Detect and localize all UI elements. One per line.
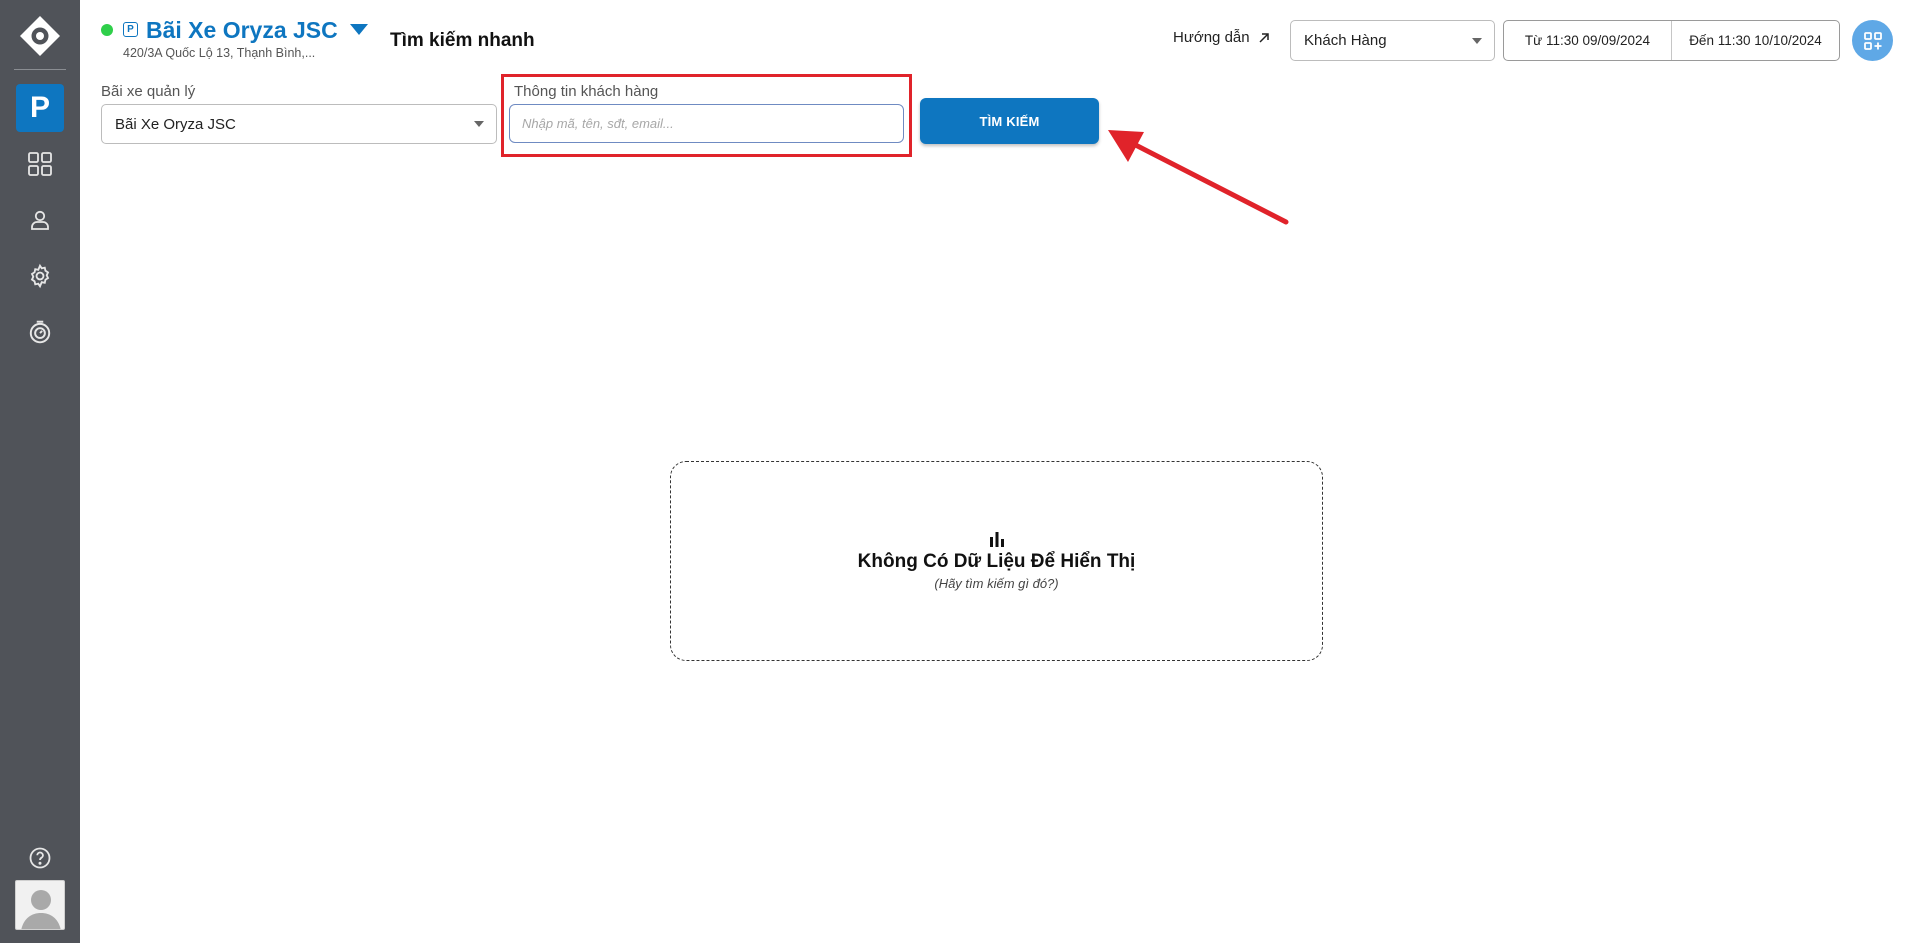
chevron-down-icon xyxy=(1472,37,1482,44)
app-logo-icon[interactable] xyxy=(18,14,62,58)
lot-dropdown-caret-icon[interactable] xyxy=(350,24,368,35)
sidebar-divider xyxy=(14,69,66,70)
lot-filter-value: Bãi Xe Oryza JSC xyxy=(115,115,236,133)
external-arrow-icon xyxy=(1259,32,1269,43)
guide-label: Hướng dẫn xyxy=(1173,29,1250,46)
empty-state: Không Có Dữ Liệu Để Hiển Thị (Hãy tìm ki… xyxy=(670,461,1323,661)
sidebar-item-parking[interactable]: P xyxy=(16,84,64,132)
date-range-picker: Từ 11:30 09/09/2024 Đến 11:30 10/10/2024 xyxy=(1503,20,1840,61)
category-select[interactable]: Khách Hàng xyxy=(1290,20,1495,61)
parking-badge-icon: P xyxy=(123,22,138,37)
lot-filter-select[interactable]: Bãi Xe Oryza JSC xyxy=(101,104,497,144)
customer-search-input[interactable] xyxy=(509,104,904,143)
add-widget-button[interactable] xyxy=(1852,20,1893,61)
search-button[interactable]: TÌM KIẾM xyxy=(920,98,1099,144)
grid-add-icon xyxy=(1863,31,1882,50)
user-icon xyxy=(31,210,49,230)
customer-info-label: Thông tin khách hàng xyxy=(514,83,659,100)
gear-icon xyxy=(30,263,50,289)
date-to[interactable]: Đến 11:30 10/10/2024 xyxy=(1671,21,1839,60)
sidebar-item-help[interactable] xyxy=(16,834,64,882)
sidebar-item-dashboard[interactable] xyxy=(16,140,64,188)
date-from[interactable]: Từ 11:30 09/09/2024 xyxy=(1504,21,1671,60)
sidebar-item-history[interactable] xyxy=(16,308,64,356)
dashboard-icon xyxy=(28,152,52,176)
chevron-down-icon xyxy=(474,121,484,127)
sidebar-item-settings[interactable] xyxy=(16,252,64,300)
bar-chart-icon xyxy=(989,532,1004,547)
sidebar: P xyxy=(0,0,80,943)
history-icon xyxy=(29,320,51,344)
user-avatar-icon xyxy=(21,890,61,929)
lot-name[interactable]: Bãi Xe Oryza JSC xyxy=(146,17,338,44)
sidebar-item-users[interactable] xyxy=(16,196,64,244)
page-title: Tìm kiếm nhanh xyxy=(390,30,535,51)
guide-link[interactable]: Hướng dẫn xyxy=(1173,29,1270,46)
empty-state-title: Không Có Dữ Liệu Để Hiển Thị xyxy=(857,551,1136,572)
help-icon xyxy=(29,847,51,869)
parking-icon: P xyxy=(29,91,50,124)
lot-address: 420/3A Quốc Lộ 13, Thạnh Bình,... xyxy=(123,46,316,60)
avatar[interactable] xyxy=(15,880,65,930)
empty-state-subtitle: (Hãy tìm kiếm gì đó?) xyxy=(934,576,1059,591)
category-select-value: Khách Hàng xyxy=(1304,32,1387,49)
lot-filter-label: Bãi xe quản lý xyxy=(101,83,196,100)
status-online-dot xyxy=(101,24,113,36)
annotation-arrow-icon xyxy=(1108,130,1289,225)
